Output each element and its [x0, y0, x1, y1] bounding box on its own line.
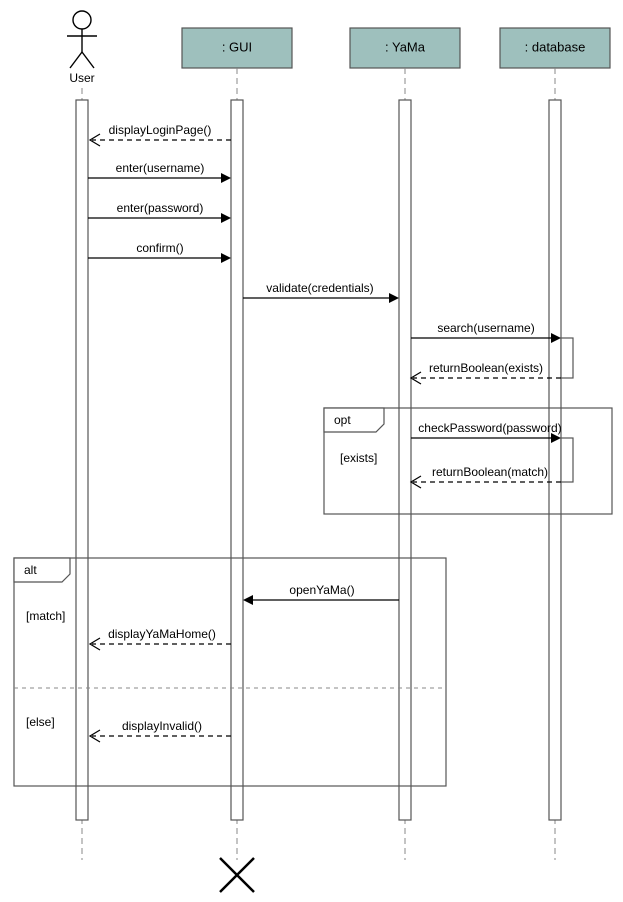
svg-text:search(username): search(username)	[437, 321, 534, 335]
svg-text:enter(password): enter(password)	[117, 201, 204, 215]
activation-db	[549, 100, 561, 820]
lifeline-db-label: : database	[525, 39, 586, 54]
svg-text:checkPassword(password): checkPassword(password)	[418, 421, 561, 435]
lifeline-yama: : YaMa	[350, 28, 460, 68]
lifeline-yama-label: : YaMa	[385, 39, 426, 54]
lifeline-gui: : GUI	[182, 28, 292, 68]
msg-enter-password: enter(password)	[88, 201, 231, 223]
svg-text:displayInvalid(): displayInvalid()	[122, 719, 202, 733]
svg-text:returnBoolean(match): returnBoolean(match)	[432, 465, 548, 479]
msg-displayLoginPage: displayLoginPage()	[90, 123, 231, 146]
svg-text:confirm(): confirm()	[136, 241, 183, 255]
activation-user	[76, 100, 88, 820]
svg-text:openYaMa(): openYaMa()	[289, 583, 354, 597]
svg-text:returnBoolean(exists): returnBoolean(exists)	[429, 361, 543, 375]
alt-guard-match: [match]	[26, 609, 65, 623]
msg-openYaMa: openYaMa()	[243, 583, 399, 605]
msg-confirm: confirm()	[88, 241, 231, 263]
msg-displayYaMaHome: displayYaMaHome()	[90, 627, 231, 650]
activation-db-search	[561, 338, 573, 378]
alt-guard-else: [else]	[26, 715, 55, 729]
svg-text:displayYaMaHome(): displayYaMaHome()	[108, 627, 216, 641]
lifeline-gui-label: : GUI	[222, 39, 252, 54]
msg-displayInvalid: displayInvalid()	[90, 719, 231, 742]
svg-text:alt: alt	[24, 563, 37, 577]
activation-yama	[399, 100, 411, 820]
activation-gui	[231, 100, 243, 820]
svg-text:opt: opt	[334, 413, 351, 427]
msg-enter-username: enter(username)	[88, 161, 231, 183]
destroy-gui	[220, 858, 254, 892]
svg-text:displayLoginPage(): displayLoginPage()	[109, 123, 212, 137]
svg-text:validate(credentials): validate(credentials)	[266, 281, 373, 295]
activation-db-check	[561, 438, 573, 482]
opt-guard: [exists]	[340, 451, 377, 465]
sequence-diagram: User : GUI : YaMa : database displayLogi…	[0, 0, 623, 902]
lifeline-db: : database	[500, 28, 610, 68]
msg-checkPassword: checkPassword(password)	[411, 421, 562, 443]
msg-return-exists: returnBoolean(exists)	[411, 361, 561, 384]
actor-user: User	[67, 11, 97, 85]
svg-text:enter(username): enter(username)	[116, 161, 205, 175]
msg-return-match: returnBoolean(match)	[411, 465, 561, 488]
msg-validate: validate(credentials)	[243, 281, 399, 303]
actor-label: User	[69, 71, 94, 85]
msg-search: search(username)	[411, 321, 561, 343]
